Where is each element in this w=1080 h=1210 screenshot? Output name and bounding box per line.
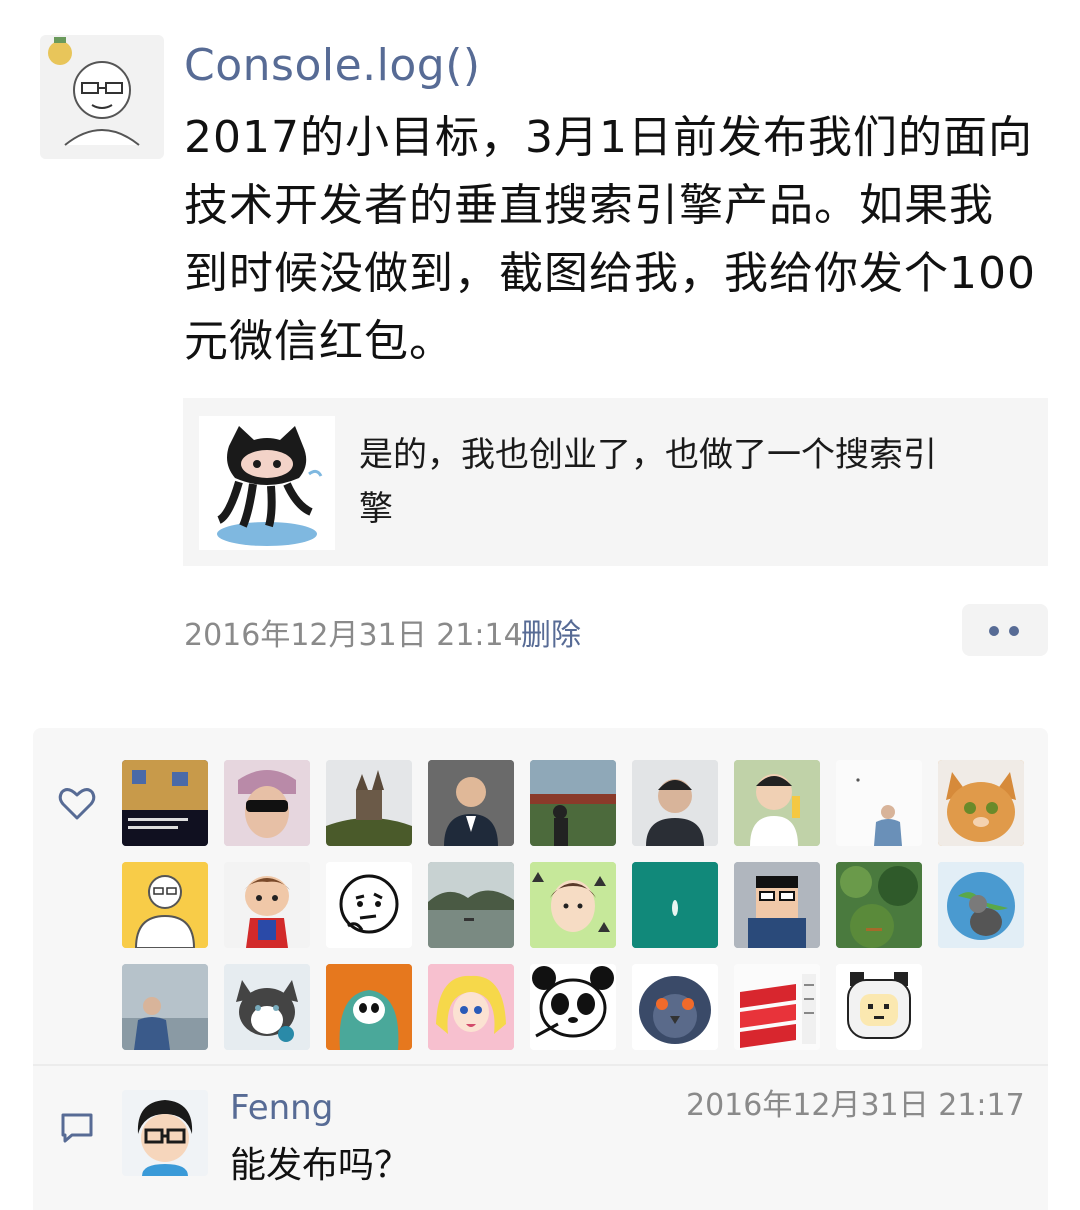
- comment-text: 能发布吗？: [230, 1145, 411, 1186]
- post-text-line: 技术开发者的垂直搜索引擎产品。如果我: [184, 180, 994, 231]
- like-avatar[interactable]: [428, 964, 514, 1050]
- like-avatar[interactable]: [632, 964, 718, 1050]
- delete-link[interactable]: 删除: [521, 614, 581, 658]
- more-actions-button[interactable]: [962, 604, 1048, 656]
- like-avatar[interactable]: [326, 862, 412, 948]
- more-dots-icon: [989, 626, 999, 636]
- post-text-line: 元微信红包。: [184, 316, 454, 367]
- like-avatar[interactable]: [428, 760, 514, 846]
- like-avatar[interactable]: [224, 964, 310, 1050]
- post-timestamp: 2016年12月31日 21:14: [184, 618, 523, 653]
- like-avatar[interactable]: [428, 862, 514, 948]
- comment-avatar-image: [122, 1090, 208, 1176]
- post-author-name[interactable]: Console.log(): [184, 38, 481, 94]
- comment-icon: [61, 1113, 93, 1143]
- like-avatar[interactable]: [938, 862, 1024, 948]
- octocat-icon: [216, 426, 323, 546]
- like-avatar[interactable]: [530, 862, 616, 948]
- like-avatar[interactable]: [836, 964, 922, 1050]
- like-avatar[interactable]: [326, 760, 412, 846]
- author-avatar[interactable]: [40, 35, 164, 159]
- like-avatar[interactable]: [734, 964, 820, 1050]
- post-text: 2017的小目标，3月1日前发布我们的面向 技术开发者的垂直搜索引擎产品。如果我…: [184, 104, 1054, 376]
- shared-card-thumbnail: [199, 416, 335, 550]
- like-avatar[interactable]: [836, 862, 922, 948]
- comment-timestamp: 2016年12月31日 21:17: [686, 1088, 1025, 1123]
- post-text-line: 2017的小目标，3月1日前发布我们的面向: [184, 112, 1033, 163]
- post-text-line: 到时候没做到，截图给我，我给你发个100: [184, 248, 1036, 299]
- like-avatar[interactable]: [326, 964, 412, 1050]
- author-avatar-image: [40, 35, 164, 159]
- heart-icon: [58, 788, 96, 820]
- like-avatar[interactable]: [530, 760, 616, 846]
- like-avatar[interactable]: [734, 760, 820, 846]
- shared-card-text-line: 是的，我也创业了，也做了一个搜索引: [359, 435, 937, 475]
- like-avatar[interactable]: [122, 862, 208, 948]
- shared-card-text: 是的，我也创业了，也做了一个搜索引 擎: [359, 428, 1009, 536]
- comment-avatar[interactable]: [122, 1090, 208, 1176]
- like-avatar[interactable]: [224, 862, 310, 948]
- like-avatar[interactable]: [224, 760, 310, 846]
- like-avatar[interactable]: [938, 760, 1024, 846]
- like-avatar[interactable]: [632, 862, 718, 948]
- like-avatar[interactable]: [734, 862, 820, 948]
- more-dots-icon: [1009, 626, 1019, 636]
- comment-author-name[interactable]: Fenng: [230, 1086, 333, 1130]
- shared-link-card[interactable]: 是的，我也创业了，也做了一个搜索引 擎: [183, 398, 1048, 566]
- like-avatar[interactable]: [122, 964, 208, 1050]
- like-avatar[interactable]: [122, 760, 208, 846]
- like-avatar[interactable]: [632, 760, 718, 846]
- shared-card-text-line: 擎: [359, 489, 393, 529]
- like-avatar[interactable]: [836, 760, 922, 846]
- like-avatar[interactable]: [530, 964, 616, 1050]
